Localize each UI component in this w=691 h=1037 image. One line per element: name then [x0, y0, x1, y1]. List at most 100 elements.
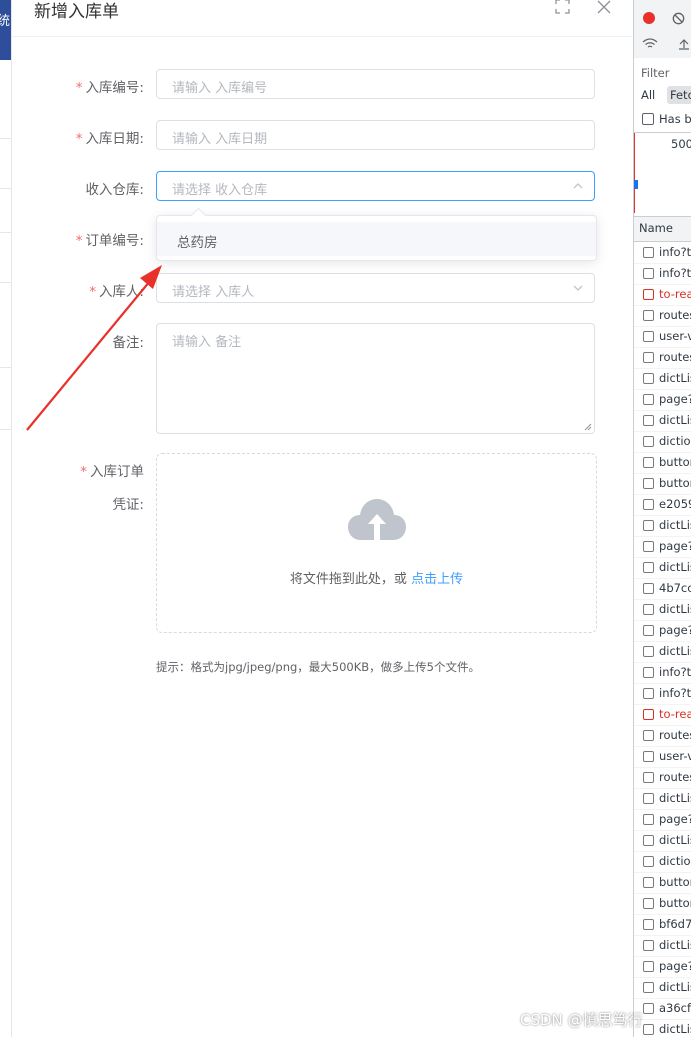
request-checkbox[interactable] [643, 898, 654, 909]
request-row[interactable]: 4b7cc [634, 578, 691, 600]
has-blocked-checkbox[interactable] [642, 113, 654, 125]
request-row[interactable]: dictLis [634, 599, 691, 621]
request-row[interactable]: routes [634, 725, 691, 747]
request-checkbox[interactable] [643, 394, 654, 405]
request-row[interactable]: to-rea [634, 704, 691, 726]
dropdown-option[interactable]: 总药房 [157, 222, 596, 256]
fullscreen-icon[interactable] [551, 0, 573, 20]
request-checkbox[interactable] [643, 352, 654, 363]
request-checkbox[interactable] [643, 688, 654, 699]
resize-handle-icon[interactable] [584, 423, 592, 431]
request-checkbox[interactable] [643, 835, 654, 846]
request-checkbox[interactable] [643, 751, 654, 762]
request-checkbox[interactable] [643, 793, 654, 804]
required-star: * [75, 80, 83, 96]
request-checkbox[interactable] [643, 667, 654, 678]
request-checkbox[interactable] [643, 415, 654, 426]
request-row[interactable]: user-v [634, 326, 691, 348]
remark-textarea[interactable]: 请输入 备注 [156, 323, 595, 434]
request-row[interactable]: dictLis [634, 788, 691, 810]
request-checkbox[interactable] [643, 730, 654, 741]
request-checkbox[interactable] [643, 940, 654, 951]
request-row[interactable]: dictLis [634, 368, 691, 390]
request-checkbox[interactable] [643, 373, 654, 384]
request-row[interactable]: dictLis [634, 515, 691, 537]
label-text: 入库人: [98, 284, 144, 300]
request-checkbox[interactable] [643, 331, 654, 342]
request-row[interactable]: e2059 [634, 494, 691, 516]
request-row[interactable]: user-v [634, 746, 691, 768]
request-row[interactable]: routes [634, 767, 691, 789]
request-row[interactable]: dictLis [634, 935, 691, 957]
stock-in-date-input[interactable]: 请输入 入库日期 [156, 120, 595, 150]
filter-label[interactable]: Filter [641, 66, 669, 80]
request-checkbox[interactable] [643, 457, 654, 468]
request-checkbox[interactable] [643, 520, 654, 531]
request-row[interactable]: page? [634, 956, 691, 978]
request-row[interactable]: page? [634, 620, 691, 642]
request-checkbox[interactable] [643, 772, 654, 783]
background-header: 统 [0, 0, 11, 60]
timeline-overview[interactable]: 500 [634, 132, 691, 213]
request-row[interactable]: routes [634, 347, 691, 369]
request-checkbox[interactable] [643, 919, 654, 930]
request-checkbox[interactable] [643, 436, 654, 447]
stock-in-number-input[interactable]: 请输入 入库编号 [156, 69, 595, 99]
request-row[interactable]: info?t= [634, 683, 691, 705]
request-row[interactable]: diction [634, 431, 691, 453]
request-row[interactable]: page? [634, 389, 691, 411]
request-checkbox[interactable] [643, 247, 654, 258]
request-checkbox[interactable] [643, 1003, 654, 1014]
request-row[interactable]: dictLis [634, 557, 691, 579]
request-checkbox[interactable] [643, 289, 654, 300]
request-checkbox[interactable] [643, 814, 654, 825]
request-checkbox[interactable] [643, 268, 654, 279]
tab-fetch[interactable]: Fetc [667, 86, 691, 104]
close-icon[interactable] [593, 0, 615, 20]
request-row[interactable]: page? [634, 809, 691, 831]
request-row[interactable]: dictLis [634, 410, 691, 432]
receiver-select[interactable]: 请选择 入库人 [156, 273, 595, 303]
request-name: to-rea [659, 707, 691, 721]
request-checkbox[interactable] [643, 310, 654, 321]
request-row[interactable]: info?t= [634, 662, 691, 684]
request-row[interactable]: diction [634, 851, 691, 873]
request-row[interactable]: dictLis [634, 977, 691, 999]
import-icon[interactable] [678, 38, 690, 50]
request-row[interactable]: info?t= [634, 263, 691, 285]
request-checkbox[interactable] [643, 982, 654, 993]
request-row[interactable]: routes [634, 305, 691, 327]
request-checkbox[interactable] [643, 856, 654, 867]
network-conditions-icon[interactable] [642, 38, 658, 50]
request-checkbox[interactable] [643, 625, 654, 636]
request-row[interactable]: button [634, 473, 691, 495]
tab-all[interactable]: All [641, 88, 655, 102]
request-row[interactable]: button [634, 452, 691, 474]
request-row[interactable]: page? [634, 536, 691, 558]
request-checkbox[interactable] [643, 604, 654, 615]
request-checkbox[interactable] [643, 877, 654, 888]
request-checkbox[interactable] [643, 583, 654, 594]
record-icon[interactable] [643, 12, 655, 24]
request-checkbox[interactable] [643, 961, 654, 972]
request-checkbox[interactable] [643, 499, 654, 510]
request-checkbox[interactable] [643, 709, 654, 720]
request-checkbox[interactable] [643, 562, 654, 573]
click-upload-link[interactable]: 点击上传 [411, 572, 463, 587]
request-checkbox[interactable] [643, 478, 654, 489]
request-row[interactable]: bf6d7 [634, 914, 691, 936]
upload-text: 将文件拖到此处，或 点击上传 [157, 568, 596, 587]
request-checkbox[interactable] [643, 1024, 654, 1035]
clear-icon[interactable] [672, 12, 685, 25]
request-row[interactable]: button [634, 893, 691, 915]
upload-dropzone[interactable]: 将文件拖到此处，或 点击上传 [156, 453, 597, 633]
warehouse-select[interactable]: 请选择 收入仓库 [156, 171, 595, 201]
request-checkbox[interactable] [643, 646, 654, 657]
request-row[interactable]: to-rea [634, 284, 691, 306]
request-row[interactable]: info?t= [634, 242, 691, 264]
request-row[interactable]: button [634, 872, 691, 894]
name-column-header[interactable]: Name [634, 216, 691, 242]
request-checkbox[interactable] [643, 541, 654, 552]
request-row[interactable]: dictLis [634, 641, 691, 663]
request-row[interactable]: dictLis [634, 830, 691, 852]
